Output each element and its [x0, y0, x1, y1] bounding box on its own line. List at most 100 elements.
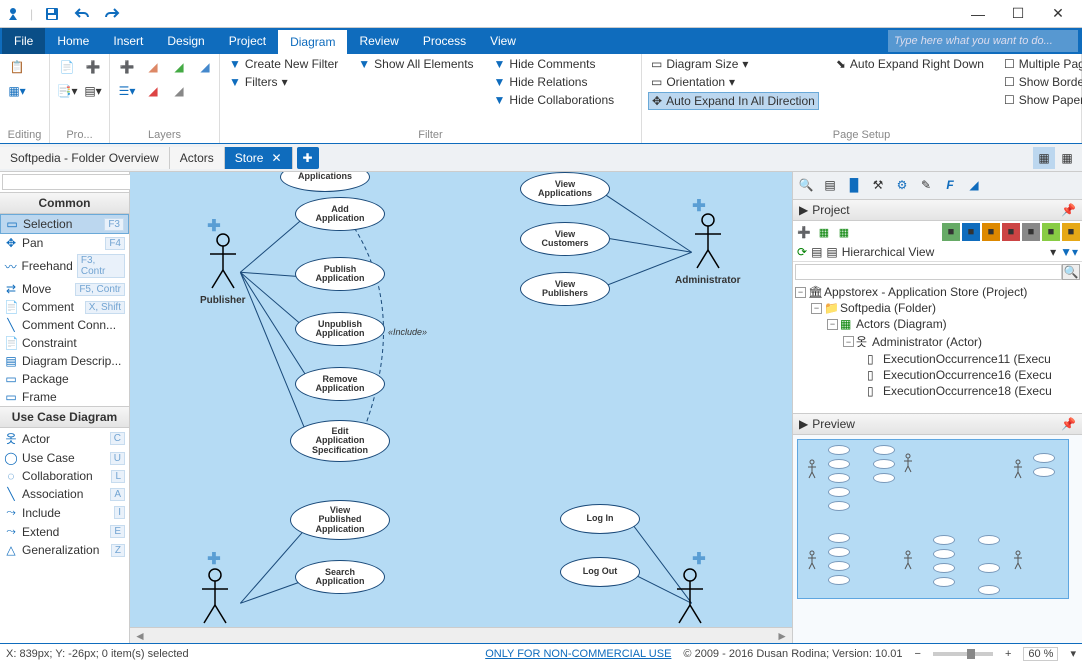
layer1-icon[interactable]: ◢ [142, 56, 164, 78]
rticon[interactable]: ⚒ [867, 174, 889, 196]
filter-icon[interactable]: ▼▾ [1060, 245, 1078, 259]
proj-icon[interactable]: ■ [1062, 223, 1080, 241]
plus-green-icon[interactable]: ➕ [82, 56, 104, 78]
paste-icon[interactable]: ▦▾ [6, 80, 28, 102]
redo-icon[interactable] [101, 3, 123, 25]
close-button[interactable]: ✕ [1038, 1, 1078, 27]
tool-frame[interactable]: ▭Frame [0, 388, 129, 406]
menu-project[interactable]: Project [217, 28, 278, 54]
list-icon[interactable]: ▤▾ [82, 80, 104, 102]
canvas-hscroll[interactable]: ◄► [130, 627, 792, 643]
toolbox-search[interactable] [2, 174, 148, 190]
hide-comments-button[interactable]: ▼Hide Comments [491, 56, 618, 72]
search-icon[interactable]: 🔍 [1062, 264, 1080, 280]
tab-store[interactable]: Store✕ [225, 147, 293, 169]
hide-collab-button[interactable]: ▼Hide Collaborations [491, 92, 618, 108]
zoom-value[interactable]: 60 % [1023, 647, 1058, 661]
rticon[interactable]: 🔍 [795, 174, 817, 196]
tool-move[interactable]: ⇄MoveF5, Contr [0, 280, 129, 298]
plus-hint-icon[interactable]: ✚ [690, 550, 708, 568]
uc-view-applications[interactable]: View Applications [520, 172, 610, 206]
filters-button[interactable]: ▼Filters ▾ [226, 74, 341, 90]
pin-icon[interactable]: 📌 [1061, 417, 1076, 431]
undo-icon[interactable] [71, 3, 93, 25]
uc-edit-application-spec[interactable]: Edit Application Specification [290, 420, 390, 462]
tellme-search[interactable]: Type here what you want to do... [888, 30, 1078, 52]
uc-publish-application[interactable]: Publish Application [295, 257, 385, 291]
project-tree[interactable]: −🏛Appstorex - Application Store (Project… [793, 282, 1082, 413]
docs-icon[interactable]: 📑▾ [56, 80, 78, 102]
proj-icon[interactable]: ■ [1002, 223, 1020, 241]
orientation-button[interactable]: ▭Orientation ▾ [648, 74, 819, 90]
multiple-pages-button[interactable]: ☐Multiple Pages [1001, 56, 1082, 72]
show-paper-button[interactable]: ☐Show Paper [1001, 92, 1082, 108]
tool-pan[interactable]: ✥PanF4 [0, 234, 129, 252]
hide-relations-button[interactable]: ▼Hide Relations [491, 74, 618, 90]
proj-icon[interactable]: ■ [1022, 223, 1040, 241]
tab-actors[interactable]: Actors [170, 147, 225, 169]
uc-view-customers[interactable]: View Customers [520, 222, 610, 256]
tool-selection[interactable]: ▭SelectionF3 [0, 214, 129, 234]
tool-extend[interactable]: ⤳ExtendE [0, 522, 129, 541]
uc-applications[interactable]: Applications [280, 172, 370, 192]
actor-administrator[interactable]: Administrator [675, 212, 741, 286]
uc-add-application[interactable]: Add Application [295, 197, 385, 231]
layer4-icon[interactable]: ◢ [168, 80, 190, 102]
project-search[interactable] [795, 264, 1062, 280]
actor-publisher[interactable]: Publisher [200, 232, 246, 306]
plus-hint-icon[interactable]: ✚ [205, 550, 223, 568]
tool-diagram-desc[interactable]: ▤Diagram Descrip... [0, 352, 129, 370]
tool-usecase[interactable]: ◯Use CaseU [0, 449, 129, 467]
expander-icon[interactable]: − [827, 319, 838, 330]
rticon[interactable]: ✎ [915, 174, 937, 196]
tool-generalization[interactable]: △GeneralizationZ [0, 541, 129, 559]
rticon[interactable]: F [939, 174, 961, 196]
preview-canvas[interactable] [793, 435, 1082, 643]
maximize-button[interactable]: ☐ [998, 1, 1038, 27]
tool-package[interactable]: ▭Package [0, 370, 129, 388]
doc-icon[interactable]: 📄 [56, 56, 78, 78]
uc-logout[interactable]: Log Out [560, 557, 640, 587]
panel-toggle-icon[interactable]: ▦ [1033, 147, 1055, 169]
uc-view-published-app[interactable]: View Published Application [290, 500, 390, 540]
rticon[interactable]: ◢ [963, 174, 985, 196]
expander-icon[interactable]: − [795, 287, 806, 298]
menu-view[interactable]: View [478, 28, 528, 54]
layers-icon[interactable]: ☰▾ [116, 80, 138, 102]
show-all-button[interactable]: ▼Show All Elements [355, 56, 476, 72]
layer-add-icon[interactable]: ➕ [116, 56, 138, 78]
tool-comment[interactable]: 📄CommentX, Shift [0, 298, 129, 316]
tool-include[interactable]: ⤳IncludeI [0, 503, 129, 522]
actor-bottom-left[interactable] [200, 567, 230, 627]
proj-add-icon[interactable]: ➕ [795, 223, 813, 241]
save-icon[interactable] [41, 3, 63, 25]
tool-association[interactable]: ╲AssociationA [0, 485, 129, 503]
tab-overview[interactable]: Softpedia - Folder Overview [0, 147, 170, 169]
diagram-size-button[interactable]: ▭Diagram Size ▾ [648, 56, 819, 72]
proj-icon[interactable]: ■ [942, 223, 960, 241]
auto-expand-rd-button[interactable]: ⬊Auto Expand Right Down [833, 56, 987, 72]
layer2-icon[interactable]: ◢ [142, 80, 164, 102]
menu-insert[interactable]: Insert [101, 28, 155, 54]
proj-icon[interactable]: ▦ [835, 223, 853, 241]
uc-remove-application[interactable]: Remove Application [295, 367, 385, 401]
zoom-in-button[interactable]: + [1005, 648, 1011, 660]
close-tab-icon[interactable]: ✕ [271, 151, 281, 165]
license-link[interactable]: ONLY FOR NON-COMMERCIAL USE [485, 648, 671, 660]
tool-constraint[interactable]: 📄Constraint [0, 334, 129, 352]
tool-comment-conn[interactable]: ╲Comment Conn... [0, 316, 129, 334]
view-icon[interactable]: ▤ [826, 245, 837, 259]
menu-diagram[interactable]: Diagram [278, 28, 347, 54]
rticon[interactable]: ⚙ [891, 174, 913, 196]
create-filter-button[interactable]: ▼Create New Filter [226, 56, 341, 72]
minimize-button[interactable]: — [958, 1, 998, 27]
menu-home[interactable]: Home [45, 28, 101, 54]
add-tab-button[interactable]: ✚ [297, 147, 319, 169]
layer5-icon[interactable]: ◢ [194, 56, 216, 78]
uc-unpublish-application[interactable]: Unpublish Application [295, 312, 385, 346]
view-icon[interactable]: ▤ [811, 245, 822, 259]
proj-icon[interactable]: ■ [982, 223, 1000, 241]
rticon[interactable]: ▐▌ [843, 174, 865, 196]
menu-design[interactable]: Design [155, 28, 216, 54]
proj-icon[interactable]: ▦ [815, 223, 833, 241]
